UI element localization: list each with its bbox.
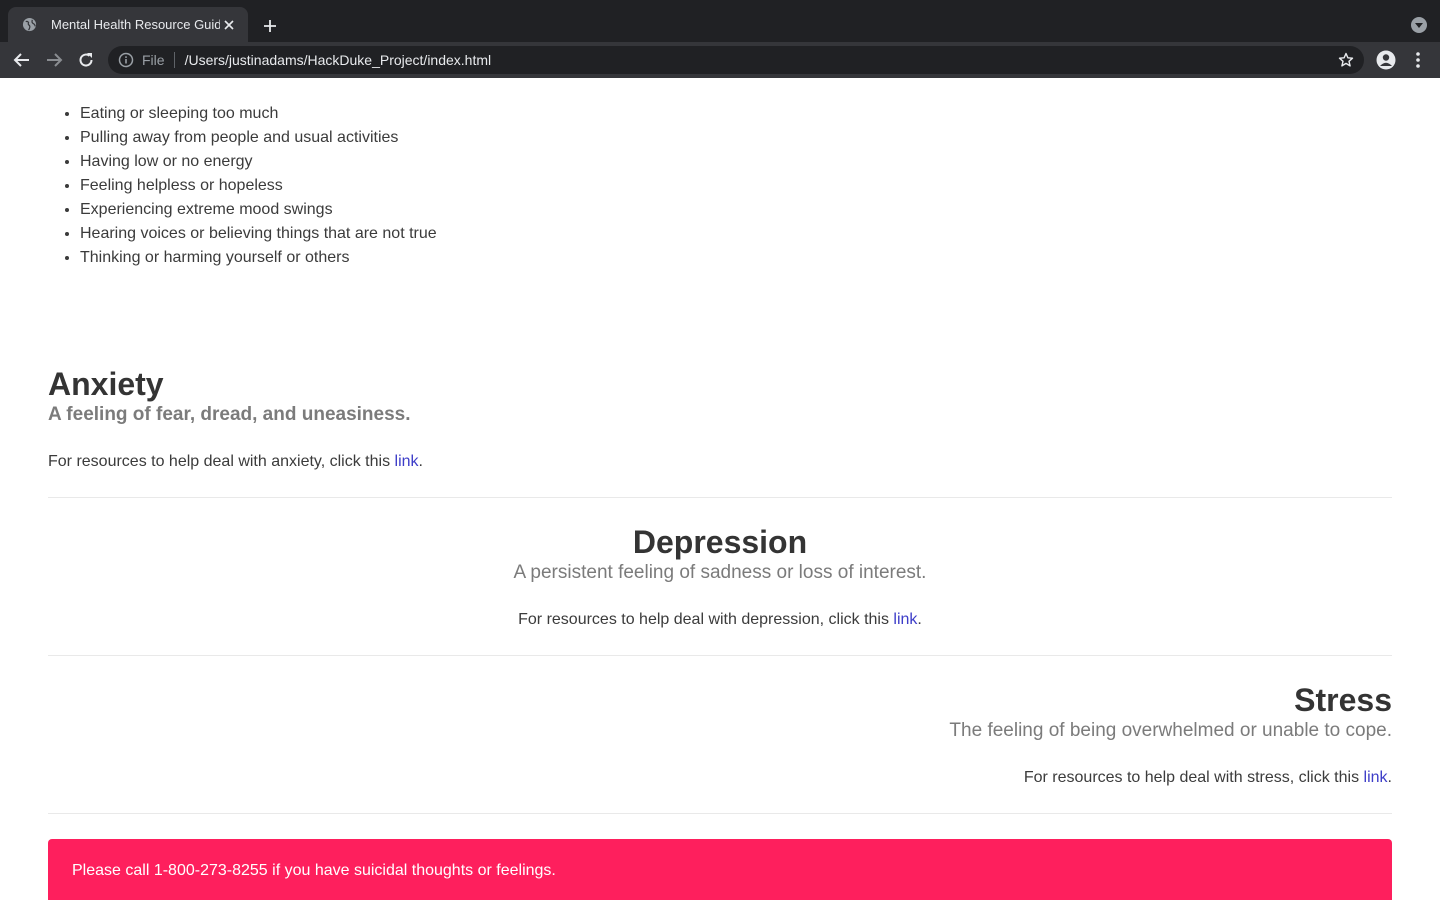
globe-icon: [22, 17, 37, 32]
resource-text-end: .: [917, 611, 922, 628]
close-tab-icon[interactable]: [220, 16, 238, 34]
depression-title: Depression: [632, 524, 808, 560]
avatar-icon: [1376, 50, 1396, 70]
list-item: Feeling helpless or hopeless: [80, 174, 437, 198]
address-bar[interactable]: File /Users/justinadams/HackDuke_Project…: [108, 46, 1364, 74]
list-item: Experiencing extreme mood swings: [80, 198, 437, 222]
tab-title: Mental Health Resource Guide: [51, 17, 220, 32]
depression-subtitle: A persistent feeling of sadness or loss …: [513, 562, 927, 583]
url-separator: [173, 52, 175, 68]
warning-signs-list: Eating or sleeping too much Pulling away…: [80, 102, 437, 270]
reload-button[interactable]: [74, 48, 98, 72]
info-icon[interactable]: [118, 52, 134, 68]
depression-section: Depression A persistent feeling of sadne…: [48, 523, 1392, 632]
resource-text-end: .: [1387, 769, 1392, 786]
arrow-left-icon: [13, 53, 29, 67]
resource-text: For resources to help deal with depressi…: [518, 611, 894, 628]
suicide-hotline-alert: Please call 1-800-273-8255 if you have s…: [48, 839, 1392, 900]
stress-resource-text: For resources to help deal with stress, …: [48, 766, 1392, 790]
browser-tab[interactable]: Mental Health Resource Guide: [8, 7, 248, 42]
plus-icon: [264, 20, 276, 32]
stress-resource-link[interactable]: link: [1364, 769, 1388, 786]
anxiety-resource-link[interactable]: link: [395, 453, 419, 470]
stress-subtitle: The feeling of being overwhelmed or unab…: [949, 720, 1392, 741]
depression-resource-link[interactable]: link: [893, 611, 917, 628]
section-divider: [48, 497, 1392, 498]
new-tab-button[interactable]: [258, 14, 282, 38]
arrow-right-icon: [47, 53, 63, 67]
tab-search-button[interactable]: [1410, 16, 1428, 34]
tab-strip: Mental Health Resource Guide: [0, 0, 1440, 42]
stress-section: Stress The feeling of being overwhelmed …: [48, 681, 1392, 790]
list-item: Thinking or harming yourself or others: [80, 246, 437, 270]
url-text[interactable]: /Users/justinadams/HackDuke_Project/inde…: [185, 52, 1336, 68]
alert-text: Please call 1-800-273-8255 if you have s…: [72, 862, 556, 879]
depression-resource-text: For resources to help deal with depressi…: [48, 608, 1392, 632]
list-item: Hearing voices or believing things that …: [80, 222, 437, 246]
list-item: Pulling away from people and usual activ…: [80, 126, 437, 150]
anxiety-resource-text: For resources to help deal with anxiety,…: [48, 450, 1392, 474]
reload-icon: [79, 53, 93, 67]
anxiety-section: Anxiety A feeling of fear, dread, and un…: [48, 365, 1392, 474]
profile-button[interactable]: [1374, 48, 1398, 72]
chevron-down-circle-icon: [1411, 17, 1427, 33]
resource-text: For resources to help deal with stress, …: [1023, 769, 1364, 786]
browser-toolbar: File /Users/justinadams/HackDuke_Project…: [0, 42, 1440, 78]
resource-text: For resources to help deal with anxiety,…: [48, 453, 395, 470]
bookmark-star-icon[interactable]: [1336, 50, 1356, 70]
list-item: Eating or sleeping too much: [80, 102, 437, 126]
resource-text-end: .: [418, 453, 423, 470]
section-divider: [48, 813, 1392, 814]
anxiety-subtitle: A feeling of fear, dread, and uneasiness…: [48, 404, 411, 425]
kebab-menu-icon: [1416, 52, 1420, 68]
menu-button[interactable]: [1406, 48, 1430, 72]
back-button[interactable]: [10, 48, 34, 72]
forward-button[interactable]: [42, 48, 66, 72]
section-divider: [48, 655, 1392, 656]
stress-title: Stress: [1294, 682, 1392, 718]
url-scheme: File: [142, 52, 165, 68]
list-item: Having low or no energy: [80, 150, 437, 174]
anxiety-title: Anxiety: [48, 366, 164, 402]
